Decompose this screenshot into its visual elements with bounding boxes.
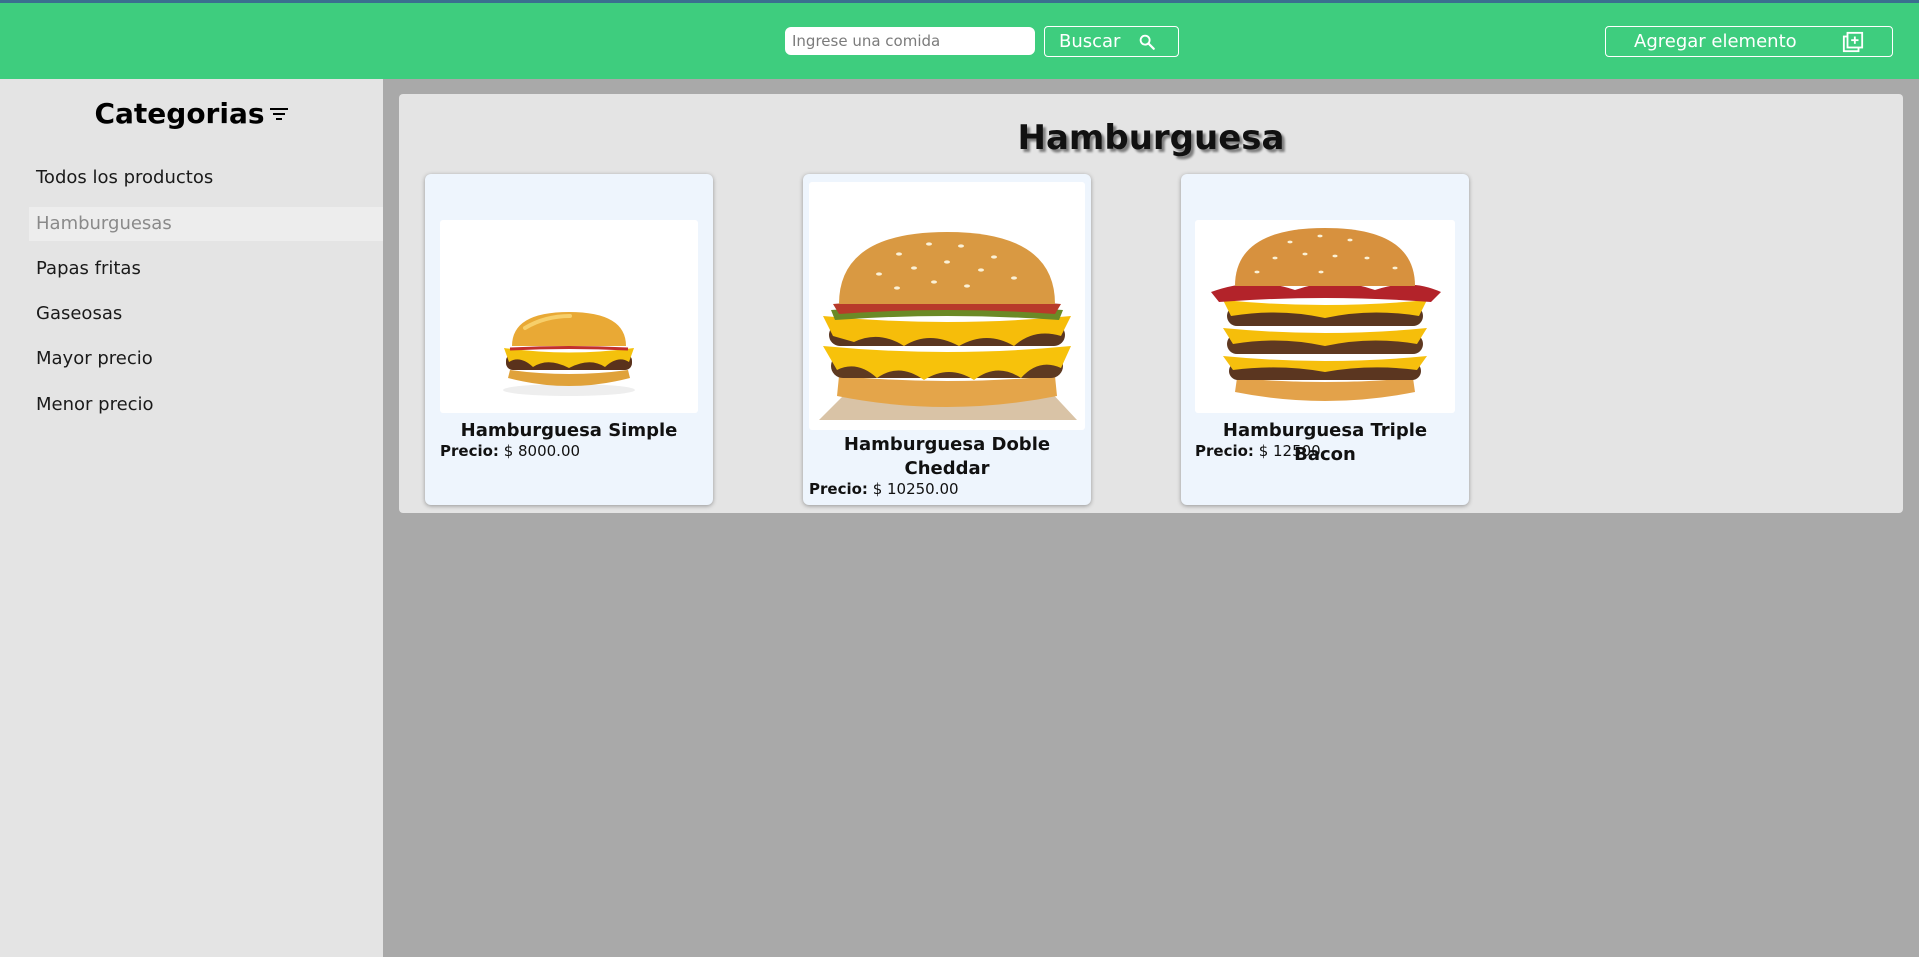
product-card[interactable]: Hamburguesa Simple Precio: $ 8000.00 [425,174,713,505]
add-item-label: Agregar elemento [1634,31,1797,52]
price-label: Precio: [440,442,499,460]
product-price: Precio: $ 10250.00 [809,480,959,498]
sidebar-title: Categorias [0,97,383,130]
product-price: Precio: $ 12500 [1195,442,1321,460]
filter-icon[interactable] [269,106,289,122]
product-image [809,182,1085,430]
add-box-icon [1842,31,1864,52]
product-card[interactable]: Hamburguesa Triple Bacon Precio: $ 12500 [1181,174,1469,505]
search-input[interactable] [785,27,1035,55]
product-price: Precio: $ 8000.00 [440,442,580,460]
product-card[interactable]: Hamburguesa Doble Cheddar Precio: $ 1025… [803,174,1091,505]
sidebar-item-menor-precio[interactable]: Menor precio [29,388,383,422]
price-label: Precio: [809,480,868,498]
product-name: Hamburguesa Simple [460,420,678,441]
category-title: Hamburguesa [1017,118,1285,158]
price-label: Precio: [1195,442,1254,460]
search-icon [1140,34,1156,50]
sidebar-item-gaseosas[interactable]: Gaseosas [29,297,383,331]
product-image [1195,220,1455,413]
search-button[interactable]: Buscar [1044,26,1179,57]
add-item-button[interactable]: Agregar elemento [1605,26,1893,57]
sidebar-item-papas-fritas[interactable]: Papas fritas [29,252,383,286]
product-name: Hamburguesa Doble Cheddar [843,434,1051,479]
category-sidebar: Categorias Todos los productos Hamburgue… [0,79,383,957]
top-navbar: Buscar Agregar elemento [0,3,1919,79]
sidebar-item-hamburguesas[interactable]: Hamburguesas [29,207,383,241]
price-value: $ 12500 [1258,442,1321,460]
sidebar-title-text: Categorias [94,97,265,130]
products-panel: Hamburguesa Hamburguesa Simple Precio: $… [399,94,1903,513]
price-value: $ 10250.00 [872,480,959,498]
search-button-label: Buscar [1059,31,1121,52]
sidebar-item-todos[interactable]: Todos los productos [29,161,383,195]
price-value: $ 8000.00 [503,442,581,460]
product-image [440,220,698,413]
sidebar-item-mayor-precio[interactable]: Mayor precio [29,342,383,376]
